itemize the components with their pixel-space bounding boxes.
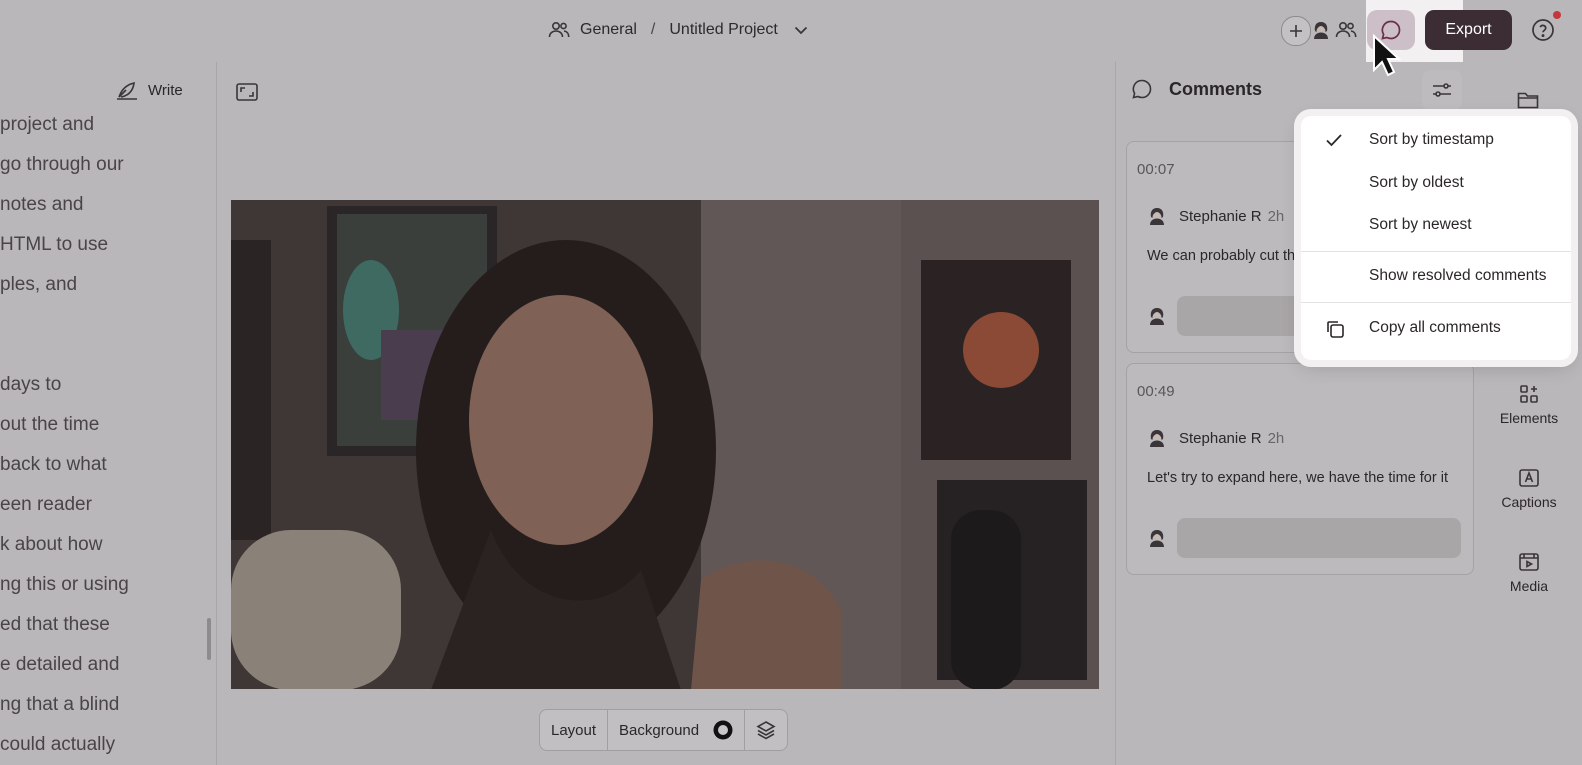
comments-title: Comments xyxy=(1169,78,1263,99)
comment-time-ago: 2h xyxy=(1267,429,1285,447)
workspace-name[interactable]: General xyxy=(580,21,637,39)
breadcrumb-separator: / xyxy=(650,21,656,38)
help-icon[interactable] xyxy=(1531,18,1555,42)
comment-card[interactable]: 00:49 Stephanie R 2h Let's try to expand… xyxy=(1126,363,1474,575)
script-line: project and xyxy=(0,114,95,135)
menu-item-label: Sort by newest xyxy=(1369,216,1472,233)
rail-label: Captions xyxy=(1501,494,1557,510)
script-scrollbar[interactable] xyxy=(207,618,211,660)
script-line: notes and xyxy=(0,194,84,215)
avatar xyxy=(1147,528,1167,548)
script-line: back to what xyxy=(0,454,107,475)
script-line: ples, and xyxy=(0,274,78,295)
comment-timestamp[interactable]: 00:07 xyxy=(1137,161,1175,178)
script-line: out the time xyxy=(0,414,100,435)
layout-button[interactable]: Layout xyxy=(540,710,609,750)
write-button[interactable]: Write xyxy=(116,80,183,100)
menu-item-show-resolved[interactable]: Show resolved comments xyxy=(1301,258,1571,294)
avatar xyxy=(1147,306,1167,326)
users-icon xyxy=(548,21,570,39)
plus-icon xyxy=(1289,24,1303,38)
rail-captions[interactable]: Captions xyxy=(1483,468,1575,510)
add-collaborator-button[interactable] xyxy=(1281,16,1311,46)
menu-item-label: Sort by oldest xyxy=(1369,174,1464,191)
layers-button[interactable] xyxy=(745,710,787,750)
script-line: k about how xyxy=(0,534,103,555)
media-icon xyxy=(1518,552,1540,572)
comment-author: Stephanie R xyxy=(1179,207,1262,225)
background-swatch-icon xyxy=(713,720,733,740)
comment-author-row: Stephanie R 2h xyxy=(1147,206,1284,226)
sliders-icon xyxy=(1432,81,1452,99)
check-icon xyxy=(1325,131,1343,149)
write-label: Write xyxy=(148,81,183,99)
video-preview[interactable] xyxy=(231,200,1099,689)
project-name[interactable]: Untitled Project xyxy=(669,21,778,39)
breadcrumb[interactable]: General / Untitled Project xyxy=(548,18,808,42)
menu-item-label: Copy all comments xyxy=(1369,319,1501,336)
menu-item-label: Show resolved comments xyxy=(1369,267,1547,284)
people-icon[interactable] xyxy=(1334,19,1358,41)
copy-icon xyxy=(1325,319,1345,339)
folder-icon[interactable] xyxy=(1515,88,1543,112)
menu-divider xyxy=(1301,251,1571,252)
menu-item-sort-timestamp[interactable]: Sort by timestamp xyxy=(1301,122,1571,158)
script-line: go through our xyxy=(0,154,124,175)
avatar xyxy=(1147,206,1167,226)
menu-item-sort-oldest[interactable]: Sort by oldest xyxy=(1301,165,1571,201)
avatar xyxy=(1147,428,1167,448)
rail-elements[interactable]: Elements xyxy=(1483,384,1575,426)
comment-author-row: Stephanie R 2h xyxy=(1147,428,1284,448)
script-line: een reader xyxy=(0,494,92,515)
top-bar: General / Untitled Project Export xyxy=(0,0,1582,112)
stage-toolbar: Layout Background xyxy=(539,709,789,751)
script-line: ng that a blind xyxy=(0,694,120,715)
menu-item-copy-all[interactable]: Copy all comments xyxy=(1301,310,1571,346)
comment-icon xyxy=(1131,78,1153,100)
background-button[interactable]: Background xyxy=(608,710,746,750)
captions-icon xyxy=(1518,468,1540,488)
menu-item-sort-newest[interactable]: Sort by newest xyxy=(1301,207,1571,243)
chevron-down-icon[interactable] xyxy=(794,26,808,35)
comment-author: Stephanie R xyxy=(1179,429,1262,447)
script-line: days to xyxy=(0,374,62,395)
comment-timestamp[interactable]: 00:49 xyxy=(1137,383,1175,400)
rail-label: Media xyxy=(1509,578,1549,594)
comment-time-ago: 2h xyxy=(1267,207,1285,225)
sort-menu: Sort by timestamp Sort by oldest Sort by… xyxy=(1301,116,1571,360)
menu-item-label: Sort by timestamp xyxy=(1369,131,1494,148)
background-label: Background xyxy=(619,721,700,739)
script-line: ed that these xyxy=(0,614,110,635)
fullscreen-icon[interactable] xyxy=(235,82,259,102)
layers-icon xyxy=(756,720,776,740)
script-line: e detailed and xyxy=(0,654,120,675)
comment-text: Let's try to expand here, we have the ti… xyxy=(1147,470,1448,486)
script-line: could actually xyxy=(0,734,116,755)
menu-divider xyxy=(1301,302,1571,303)
script-panel: Write project and go through our notes a… xyxy=(0,62,217,765)
avatar[interactable] xyxy=(1310,19,1332,41)
rail-label: Elements xyxy=(1499,410,1559,426)
script-line: ng this or using xyxy=(0,574,129,595)
comment-filter-button[interactable] xyxy=(1422,70,1462,110)
mouse-cursor-icon xyxy=(1372,34,1402,78)
export-button[interactable]: Export xyxy=(1425,10,1512,50)
pen-icon xyxy=(116,80,138,100)
notification-dot xyxy=(1553,11,1561,19)
comments-header: Comments xyxy=(1131,78,1262,100)
script-line: HTML to use xyxy=(0,234,109,255)
reply-input[interactable] xyxy=(1177,518,1461,558)
elements-icon xyxy=(1519,384,1539,404)
rail-media[interactable]: Media xyxy=(1483,552,1575,594)
